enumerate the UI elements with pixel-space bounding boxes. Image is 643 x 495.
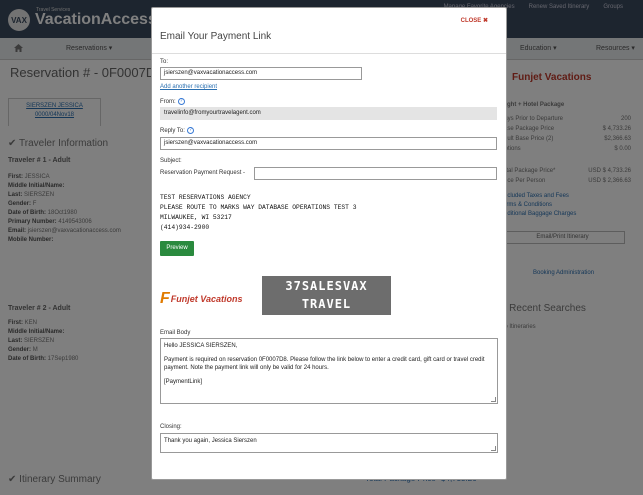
email-body-label: Email Body [160, 330, 191, 336]
closing-label: Closing: [160, 424, 182, 430]
help-icon[interactable]: ? [186, 127, 194, 134]
funjet-logo-text: Funjet Vacations [170, 294, 243, 304]
closing-textarea[interactable]: Thank you again, Jessica Sierszen [160, 433, 498, 453]
email-body-textarea[interactable]: Hello JESSICA SIERSZEN, Payment is requi… [160, 338, 498, 404]
close-button[interactable]: CLOSE ✖ [461, 17, 488, 24]
email-body-line: Payment is required on reservation 0F000… [164, 357, 485, 371]
add-recipient-link[interactable]: Add another recipient [160, 84, 217, 90]
modal-title: Email Your Payment Link [160, 31, 272, 42]
from-email-field: travelinfo@fromyourtravelagent.com [160, 107, 497, 120]
agency-line: MILWAUKEE, WI 53217 [160, 214, 232, 221]
closing-text: Thank you again, Jessica Sierszen [164, 438, 257, 444]
email-body-line: [PaymentLink] [164, 379, 203, 385]
agency-address: TEST RESERVATIONS AGENCY PLEASE ROUTE TO… [160, 193, 357, 233]
divider [152, 53, 506, 54]
preview-button[interactable]: Preview [160, 241, 194, 256]
agency-logo: 37SALESVAX TRAVEL [262, 276, 391, 315]
agency-line: TEST RESERVATIONS AGENCY [160, 194, 251, 201]
email-body-line: Hello JESSICA SIERSZEN, [164, 343, 238, 349]
email-payment-link-modal: CLOSE ✖ Email Your Payment Link To: jsie… [151, 7, 507, 480]
reply-to-email-field[interactable]: jsierszen@vaxvacationaccess.com [160, 137, 497, 150]
resize-handle-icon[interactable] [491, 397, 496, 402]
funjet-logo-f: F [160, 290, 170, 307]
help-icon[interactable]: ? [177, 98, 185, 105]
to-email-field[interactable]: jsierszen@vaxvacationaccess.com [160, 67, 362, 80]
agency-line: PLEASE ROUTE TO MARKS WAY DATABASE OPERA… [160, 204, 357, 211]
resize-handle-icon[interactable] [491, 446, 496, 451]
subject-prefix: Reservation Payment Request - [160, 170, 246, 176]
subject-label: Subject: [160, 158, 182, 164]
close-icon: ✖ [482, 18, 488, 24]
from-label: From:? [160, 98, 185, 105]
reply-to-label: Reply To:? [160, 127, 194, 134]
to-label: To: [160, 59, 169, 65]
agency-line: (414)934-2900 [160, 224, 210, 231]
funjet-logo: F Funjet Vacations [160, 290, 242, 308]
subject-field[interactable] [254, 167, 497, 180]
